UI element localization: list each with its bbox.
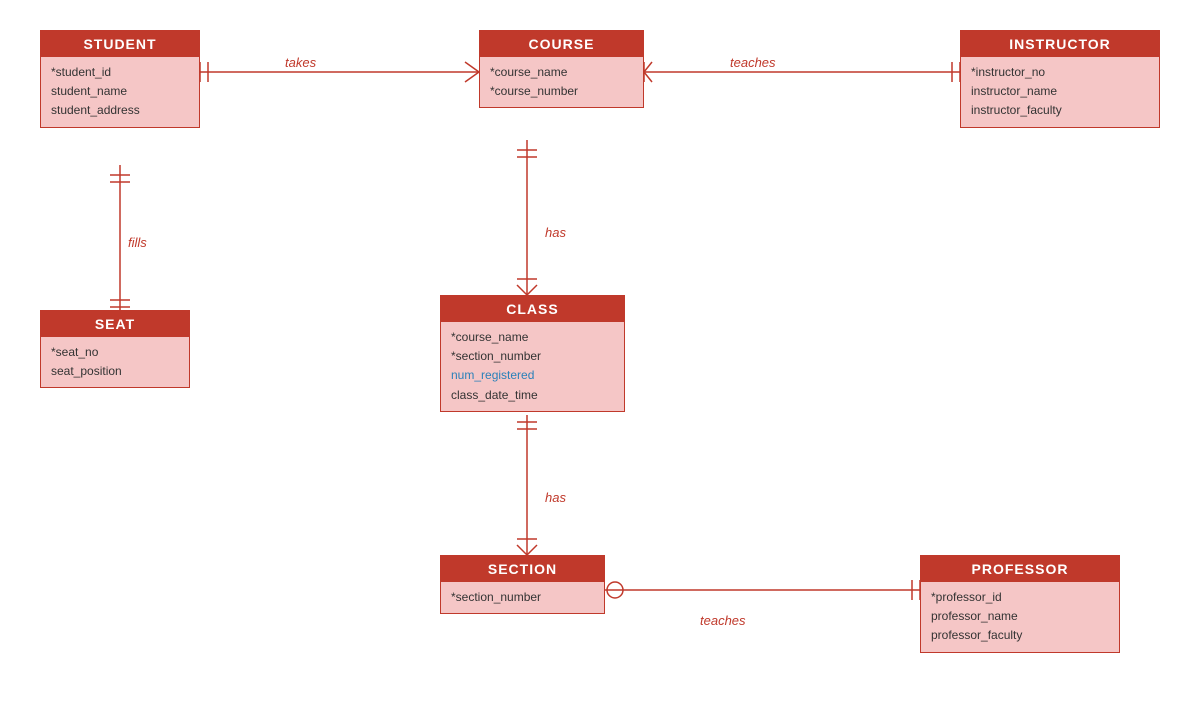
field-class-section-number: *section_number: [451, 347, 614, 366]
field-student-id: *student_id: [51, 63, 189, 82]
entity-course-header: COURSE: [480, 31, 643, 57]
entity-student: STUDENT *student_id student_name student…: [40, 30, 200, 128]
label-has-course-class: has: [545, 225, 566, 240]
field-student-name: student_name: [51, 82, 189, 101]
field-seat-position: seat_position: [51, 362, 179, 381]
entity-instructor-body: *instructor_no instructor_name instructo…: [961, 57, 1159, 127]
field-professor-id: *professor_id: [931, 588, 1109, 607]
entity-student-header: STUDENT: [41, 31, 199, 57]
entity-professor-header: PROFESSOR: [921, 556, 1119, 582]
field-professor-name: professor_name: [931, 607, 1109, 626]
entity-class: CLASS *course_name *section_number num_r…: [440, 295, 625, 412]
field-instructor-name: instructor_name: [971, 82, 1149, 101]
field-instructor-faculty: instructor_faculty: [971, 101, 1149, 120]
field-class-num-registered: num_registered: [451, 366, 614, 385]
entity-instructor-header: INSTRUCTOR: [961, 31, 1159, 57]
field-section-number: *section_number: [451, 588, 594, 607]
entity-section-header: SECTION: [441, 556, 604, 582]
field-class-date-time: class_date_time: [451, 386, 614, 405]
entity-class-header: CLASS: [441, 296, 624, 322]
entity-course-body: *course_name *course_number: [480, 57, 643, 107]
entity-seat-body: *seat_no seat_position: [41, 337, 189, 387]
field-course-name: *course_name: [490, 63, 633, 82]
entity-section: SECTION *section_number: [440, 555, 605, 614]
field-instructor-no: *instructor_no: [971, 63, 1149, 82]
field-student-address: student_address: [51, 101, 189, 120]
label-fills: fills: [128, 235, 147, 250]
entity-section-body: *section_number: [441, 582, 604, 613]
entity-professor-body: *professor_id professor_name professor_f…: [921, 582, 1119, 652]
label-takes: takes: [285, 55, 316, 70]
entity-professor: PROFESSOR *professor_id professor_name p…: [920, 555, 1120, 653]
field-class-course-name: *course_name: [451, 328, 614, 347]
label-teaches-section-professor: teaches: [700, 613, 746, 628]
field-professor-faculty: professor_faculty: [931, 626, 1109, 645]
entity-instructor: INSTRUCTOR *instructor_no instructor_nam…: [960, 30, 1160, 128]
entity-seat-header: SEAT: [41, 311, 189, 337]
field-course-number: *course_number: [490, 82, 633, 101]
diagram: takes teaches fills has has teaches STUD…: [0, 0, 1201, 724]
entity-student-body: *student_id student_name student_address: [41, 57, 199, 127]
label-has-class-section: has: [545, 490, 566, 505]
entity-seat: SEAT *seat_no seat_position: [40, 310, 190, 388]
label-teaches-instructor: teaches: [730, 55, 776, 70]
entity-class-body: *course_name *section_number num_registe…: [441, 322, 624, 411]
entity-course: COURSE *course_name *course_number: [479, 30, 644, 108]
field-seat-no: *seat_no: [51, 343, 179, 362]
